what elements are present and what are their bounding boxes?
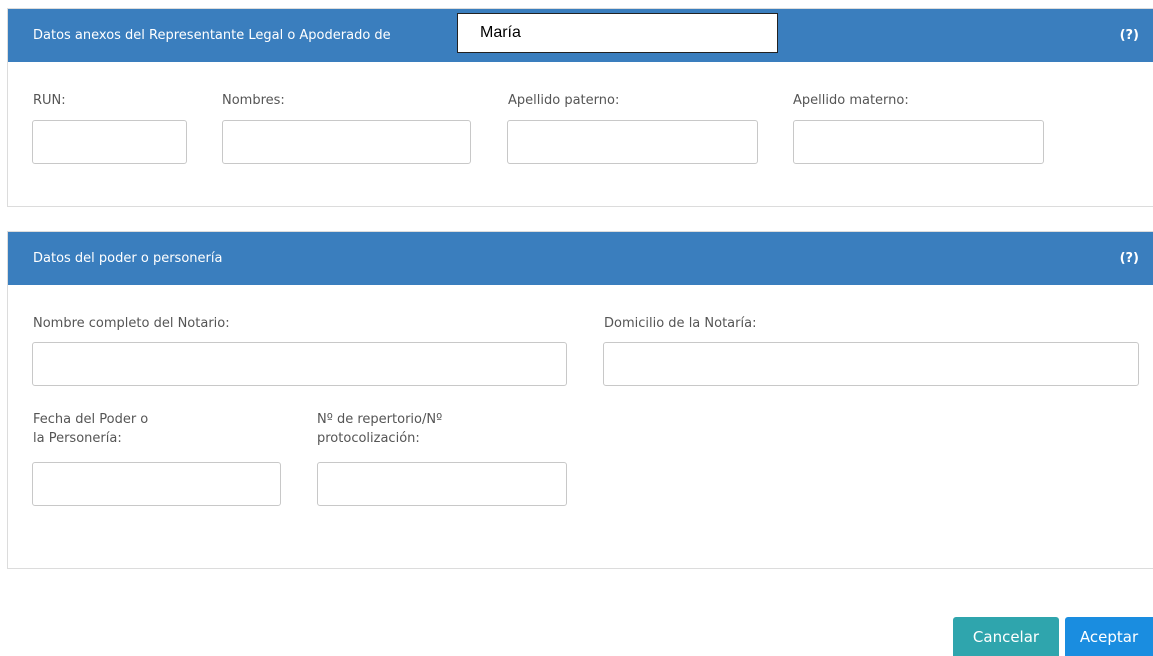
nombres-label: Nombres: [222, 93, 285, 108]
poder-panel-title: Datos del poder o personería [33, 251, 223, 266]
domicilio-label: Domicilio de la Notaría: [604, 316, 757, 331]
notario-label: Nombre completo del Notario: [33, 316, 230, 331]
apellido-materno-label: Apellido materno: [793, 93, 909, 108]
accept-button[interactable]: Aceptar [1065, 617, 1153, 656]
fecha-label-line1: Fecha del Poder o [33, 412, 149, 427]
cancel-button[interactable]: Cancelar [953, 617, 1059, 656]
repertorio-label-line2: protocolización: [317, 431, 420, 446]
representante-panel-title: Datos anexos del Representante Legal o A… [33, 28, 391, 43]
overlay-name-input[interactable] [457, 13, 778, 53]
apellido-paterno-input[interactable] [507, 120, 758, 164]
apellido-paterno-label: Apellido paterno: [508, 93, 620, 108]
fecha-label-line2: la Personería: [33, 431, 122, 446]
run-label: RUN: [33, 93, 66, 108]
repertorio-input[interactable] [317, 462, 567, 506]
repertorio-label-line1: Nº de repertorio/Nº [317, 412, 443, 427]
fecha-poder-input[interactable] [32, 462, 281, 506]
representante-help-link[interactable]: (?) [1120, 9, 1139, 62]
run-input[interactable] [32, 120, 187, 164]
domicilio-input[interactable] [603, 342, 1139, 386]
poder-help-link[interactable]: (?) [1120, 232, 1139, 285]
poder-panel-header: Datos del poder o personería (?) [8, 232, 1153, 285]
poder-panel: Datos del poder o personería (?) Nombre … [7, 231, 1153, 569]
nombres-input[interactable] [222, 120, 471, 164]
notario-input[interactable] [32, 342, 567, 386]
apellido-materno-input[interactable] [793, 120, 1044, 164]
